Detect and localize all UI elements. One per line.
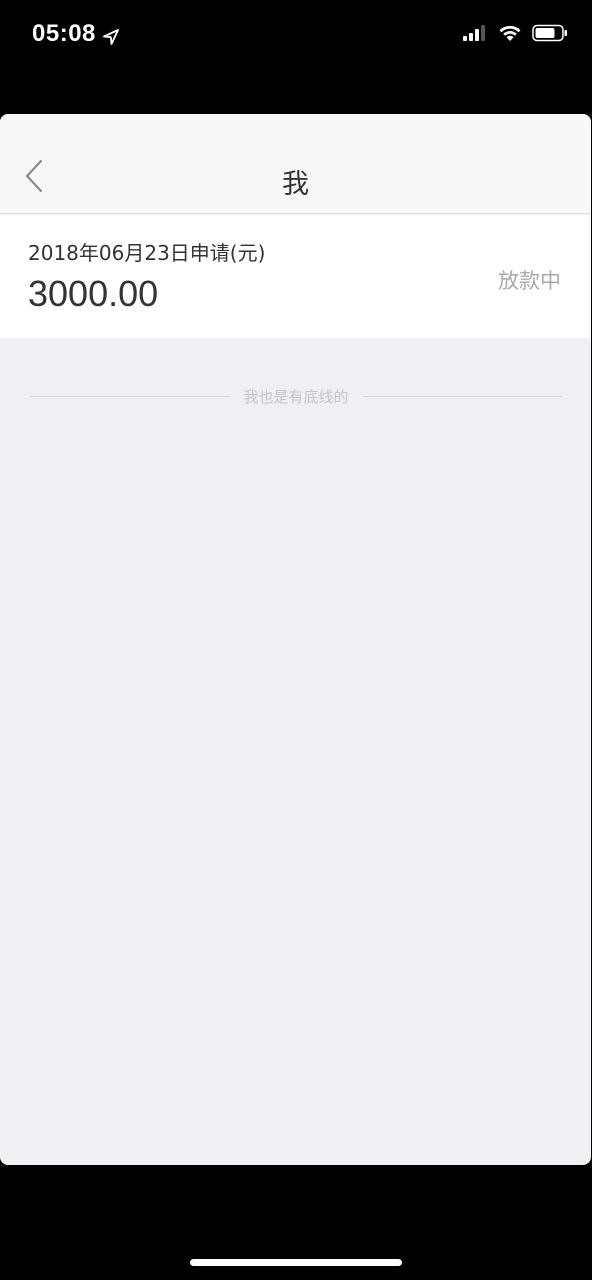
page-title: 我 xyxy=(282,169,309,200)
divider-line-left xyxy=(30,395,230,397)
end-of-list-text: 我也是有底线的 xyxy=(243,387,349,406)
status-time: 05:08 xyxy=(32,20,120,48)
main-sheet: 我 2018年06月23日申请(元) 3000.00 放款中 我也是有底线的 xyxy=(0,114,591,1165)
navigation-bar: 我 xyxy=(0,114,591,214)
cellular-signal-icon xyxy=(462,24,488,42)
status-time-text: 05:08 xyxy=(32,20,96,47)
location-arrow-icon xyxy=(102,25,120,45)
home-indicator[interactable] xyxy=(190,1259,402,1266)
end-of-list-divider: 我也是有底线的 xyxy=(30,384,563,408)
record-amount: 3000.00 xyxy=(28,273,159,314)
divider-line-right xyxy=(362,395,563,397)
record-status: 放款中 xyxy=(498,269,561,293)
record-date-label: 2018年06月23日申请(元) xyxy=(28,241,266,265)
status-bar: 05:08 xyxy=(0,0,592,72)
wifi-icon xyxy=(498,24,522,42)
loan-record-item[interactable]: 2018年06月23日申请(元) 3000.00 放款中 xyxy=(0,215,591,338)
battery-icon xyxy=(532,24,568,42)
status-icons xyxy=(462,24,568,42)
